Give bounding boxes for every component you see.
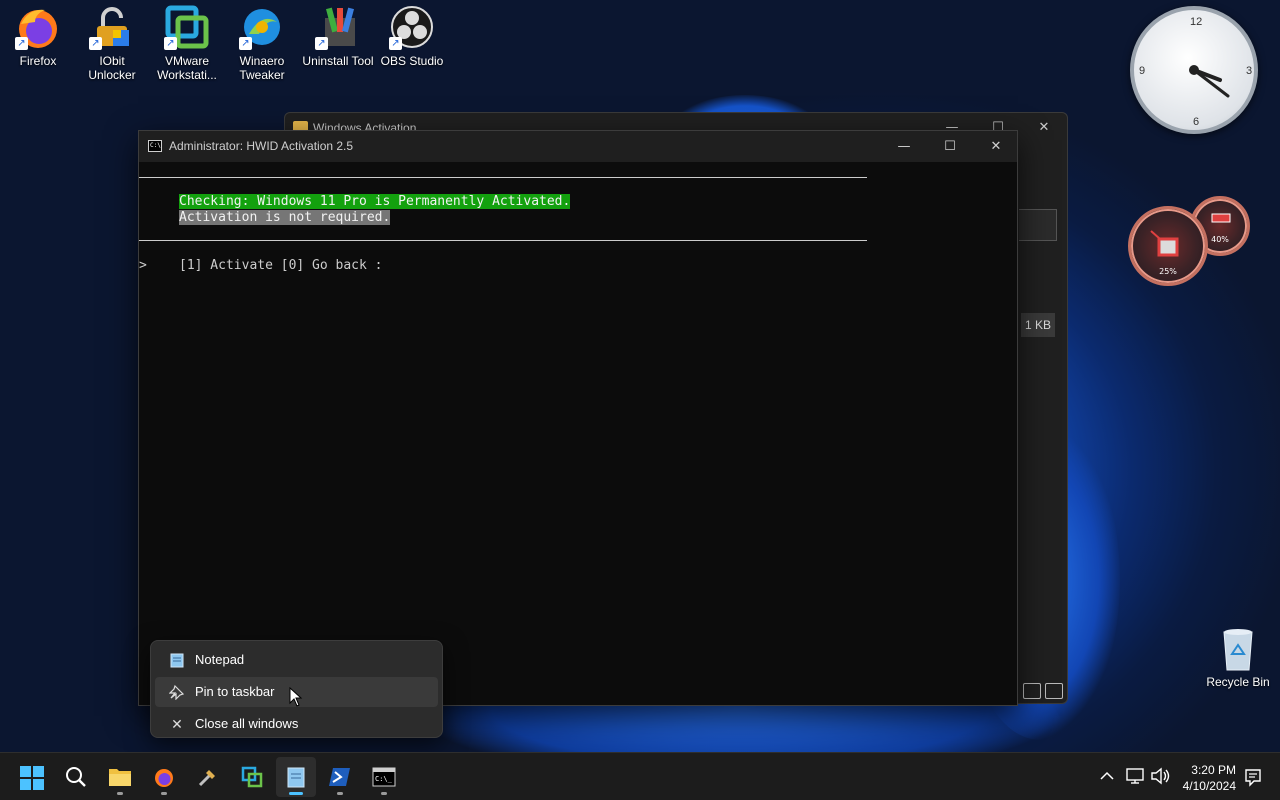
desktop-icon-winaero-tweaker[interactable]: ↗ Winaero Tweaker bbox=[224, 0, 300, 82]
vmware-icon bbox=[241, 766, 263, 788]
folder-icon bbox=[109, 769, 131, 786]
mouse-cursor-icon bbox=[289, 687, 303, 707]
chevron-up-icon[interactable] bbox=[1100, 771, 1114, 781]
search-icon bbox=[66, 767, 86, 787]
memory-icon bbox=[1211, 213, 1231, 223]
notepad-icon bbox=[287, 767, 305, 788]
shortcut-arrow-icon: ↗ bbox=[164, 37, 177, 50]
shortcut-arrow-icon: ↗ bbox=[389, 37, 402, 50]
unlocker-icon: ↗ bbox=[89, 4, 135, 50]
details-view-icon[interactable] bbox=[1023, 683, 1041, 699]
taskbar-winaero-tweaker[interactable] bbox=[188, 757, 228, 797]
taskbar-notepad[interactable] bbox=[276, 757, 316, 797]
console-status-line: Activation is not required. bbox=[179, 210, 391, 225]
firefox-icon bbox=[155, 769, 173, 787]
obs-studio-icon: ↗ bbox=[389, 4, 435, 50]
desktop-icon-iobit-unlocker[interactable]: ↗ IObit Unlocker bbox=[74, 0, 150, 82]
console-divider bbox=[139, 177, 867, 178]
clock-hands bbox=[1189, 65, 1230, 98]
minimize-button[interactable]: — bbox=[881, 131, 927, 162]
hwid-console-window[interactable]: C:\ Administrator: HWID Activation 2.5 —… bbox=[138, 130, 1018, 706]
taskbar-firefox[interactable] bbox=[144, 757, 184, 797]
uninstall-tool-icon: ↗ bbox=[315, 4, 361, 50]
taskbar[interactable]: C:\_ 3:20 PM 4/10/2024 bbox=[0, 752, 1280, 800]
svg-text:C:\_: C:\_ bbox=[375, 775, 393, 783]
tiles-view-icon[interactable] bbox=[1045, 683, 1063, 699]
shortcut-arrow-icon: ↗ bbox=[15, 37, 28, 50]
close-icon: ✕ bbox=[171, 716, 183, 732]
desktop-icon-label: OBS Studio bbox=[380, 54, 444, 68]
desktop-icon-label: Recycle Bin bbox=[1206, 675, 1270, 689]
console-title: Administrator: HWID Activation 2.5 bbox=[169, 139, 354, 153]
desktop-icon-vmware[interactable]: ↗ VMware Workstati... bbox=[149, 0, 225, 82]
console-prompt-marker: > bbox=[139, 258, 147, 273]
maximize-button[interactable]: ☐ bbox=[927, 131, 973, 162]
notepad-icon bbox=[167, 645, 187, 678]
jump-list-item-notepad[interactable]: Notepad bbox=[155, 645, 438, 675]
command-prompt-icon: C:\ bbox=[148, 140, 162, 152]
system-tray[interactable] bbox=[1096, 753, 1186, 800]
firefox-icon: ↗ bbox=[15, 4, 61, 50]
console-menu-prompt: [1] Activate [0] Go back : bbox=[179, 258, 383, 273]
desktop-icon-label: Firefox bbox=[19, 54, 57, 68]
desktop-icon-label: IObit Unlocker bbox=[88, 54, 136, 82]
console-titlebar[interactable]: C:\ Administrator: HWID Activation 2.5 —… bbox=[139, 131, 1017, 162]
jump-list-label: Notepad bbox=[195, 652, 245, 667]
cpu-percent: 25% bbox=[1159, 267, 1177, 276]
clock-gadget[interactable]: 12 3 6 9 bbox=[1130, 6, 1258, 134]
console-divider bbox=[139, 240, 867, 241]
taskbar-powershell[interactable] bbox=[320, 757, 360, 797]
desktop-icon-firefox[interactable]: ↗ Firefox bbox=[0, 0, 76, 68]
jump-list-label: Close all windows bbox=[195, 716, 299, 731]
close-icon[interactable]: ✕ bbox=[1021, 113, 1067, 143]
file-size-cell: 1 KB bbox=[1021, 313, 1055, 337]
desktop-icon-recycle-bin[interactable]: Recycle Bin bbox=[1200, 626, 1276, 689]
cpu-meter-gadget[interactable]: 25% bbox=[1128, 206, 1208, 286]
start-button[interactable] bbox=[12, 757, 52, 797]
console-status-line: Checking: Windows 11 Pro is Permanently … bbox=[179, 194, 571, 209]
command-prompt-icon: C:\_ bbox=[372, 767, 396, 787]
pin-icon bbox=[167, 677, 187, 710]
notification-icon[interactable] bbox=[1244, 767, 1262, 787]
taskbar-vmware[interactable] bbox=[232, 757, 272, 797]
desktop-icon-obs-studio[interactable]: ↗ OBS Studio bbox=[374, 0, 450, 68]
powershell-icon bbox=[329, 768, 350, 786]
jump-list-label: Pin to taskbar bbox=[195, 684, 275, 699]
network-icon[interactable] bbox=[1126, 767, 1144, 785]
desktop-icon-label: Winaero Tweaker bbox=[239, 54, 285, 82]
taskbar-time: 3:20 PM bbox=[1191, 763, 1236, 777]
taskbar-clock[interactable]: 3:20 PM 4/10/2024 bbox=[1183, 762, 1236, 794]
shortcut-arrow-icon: ↗ bbox=[315, 37, 328, 50]
desktop-icon-uninstall-tool[interactable]: ↗ Uninstall Tool bbox=[300, 0, 376, 68]
desktop-icon-label: Uninstall Tool bbox=[302, 54, 374, 68]
explorer-search-field[interactable] bbox=[1019, 209, 1057, 241]
close-button[interactable]: ✕ bbox=[973, 131, 1019, 162]
vmware-icon: ↗ bbox=[164, 4, 210, 50]
winaero-tweaker-icon: ↗ bbox=[239, 4, 285, 50]
taskbar-command-prompt[interactable]: C:\_ bbox=[364, 757, 404, 797]
taskbar-date: 4/10/2024 bbox=[1182, 779, 1236, 793]
tweaker-icon bbox=[198, 770, 215, 787]
desktop-icon-label: VMware Workstati... bbox=[157, 54, 217, 82]
recycle-bin-icon bbox=[1223, 629, 1253, 671]
jump-list-item-close-all-windows[interactable]: ✕ Close all windows bbox=[155, 709, 438, 739]
search-button[interactable] bbox=[56, 757, 96, 797]
shortcut-arrow-icon: ↗ bbox=[239, 37, 252, 50]
windows-logo-icon bbox=[20, 766, 44, 790]
volume-icon[interactable] bbox=[1150, 767, 1170, 785]
shortcut-arrow-icon: ↗ bbox=[89, 37, 102, 50]
taskbar-file-explorer[interactable] bbox=[100, 757, 140, 797]
